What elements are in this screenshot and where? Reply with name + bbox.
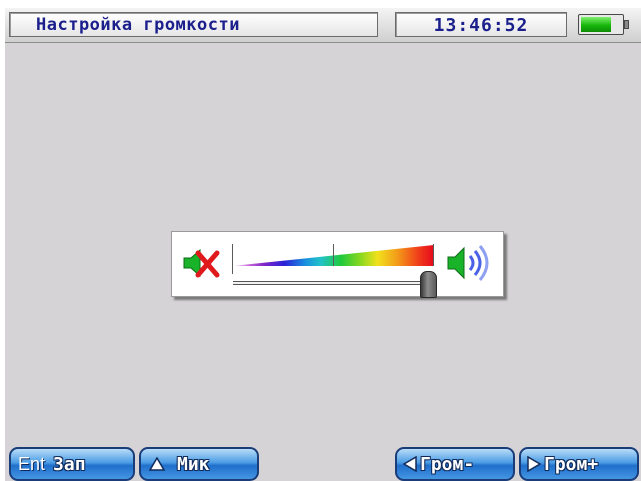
clock-time: 13:46:52 (433, 15, 529, 36)
speaker-muted-icon[interactable] (181, 245, 221, 281)
volume-panel (171, 231, 504, 298)
arrow-left-icon (403, 456, 417, 472)
volume-slider-thumb[interactable] (420, 271, 437, 298)
title-box: Настройка громкости (9, 12, 378, 37)
page-title: Настройка громкости (36, 15, 240, 35)
volume-up-button[interactable]: Гром+ (519, 447, 639, 481)
device-screen: Настройка громкости 13:46:52 Ent Зап Мик… (5, 8, 641, 481)
mic-label: Мик (177, 453, 210, 475)
status-bar: Настройка громкости 13:46:52 (5, 8, 641, 43)
scale-tick (433, 244, 434, 266)
clock-box: 13:46:52 (395, 12, 567, 37)
volume-up-label: Гром+ (544, 453, 599, 475)
arrow-right-icon (527, 456, 541, 472)
volume-down-button[interactable]: Гром- (395, 447, 515, 481)
volume-slider-track[interactable] (233, 281, 434, 285)
scale-tick (232, 244, 233, 274)
ent-save-button[interactable]: Ent Зап (9, 447, 135, 481)
volume-down-label: Гром- (420, 453, 475, 475)
save-label: Зап (53, 453, 86, 475)
battery-level-fill (581, 17, 611, 32)
up-mic-button[interactable]: Мик (139, 447, 259, 481)
battery-icon (578, 14, 630, 36)
speaker-loud-icon[interactable] (445, 242, 493, 284)
triangle-up-icon (149, 457, 165, 471)
scale-tick (333, 244, 334, 266)
ent-key-label: Ent (18, 453, 46, 474)
